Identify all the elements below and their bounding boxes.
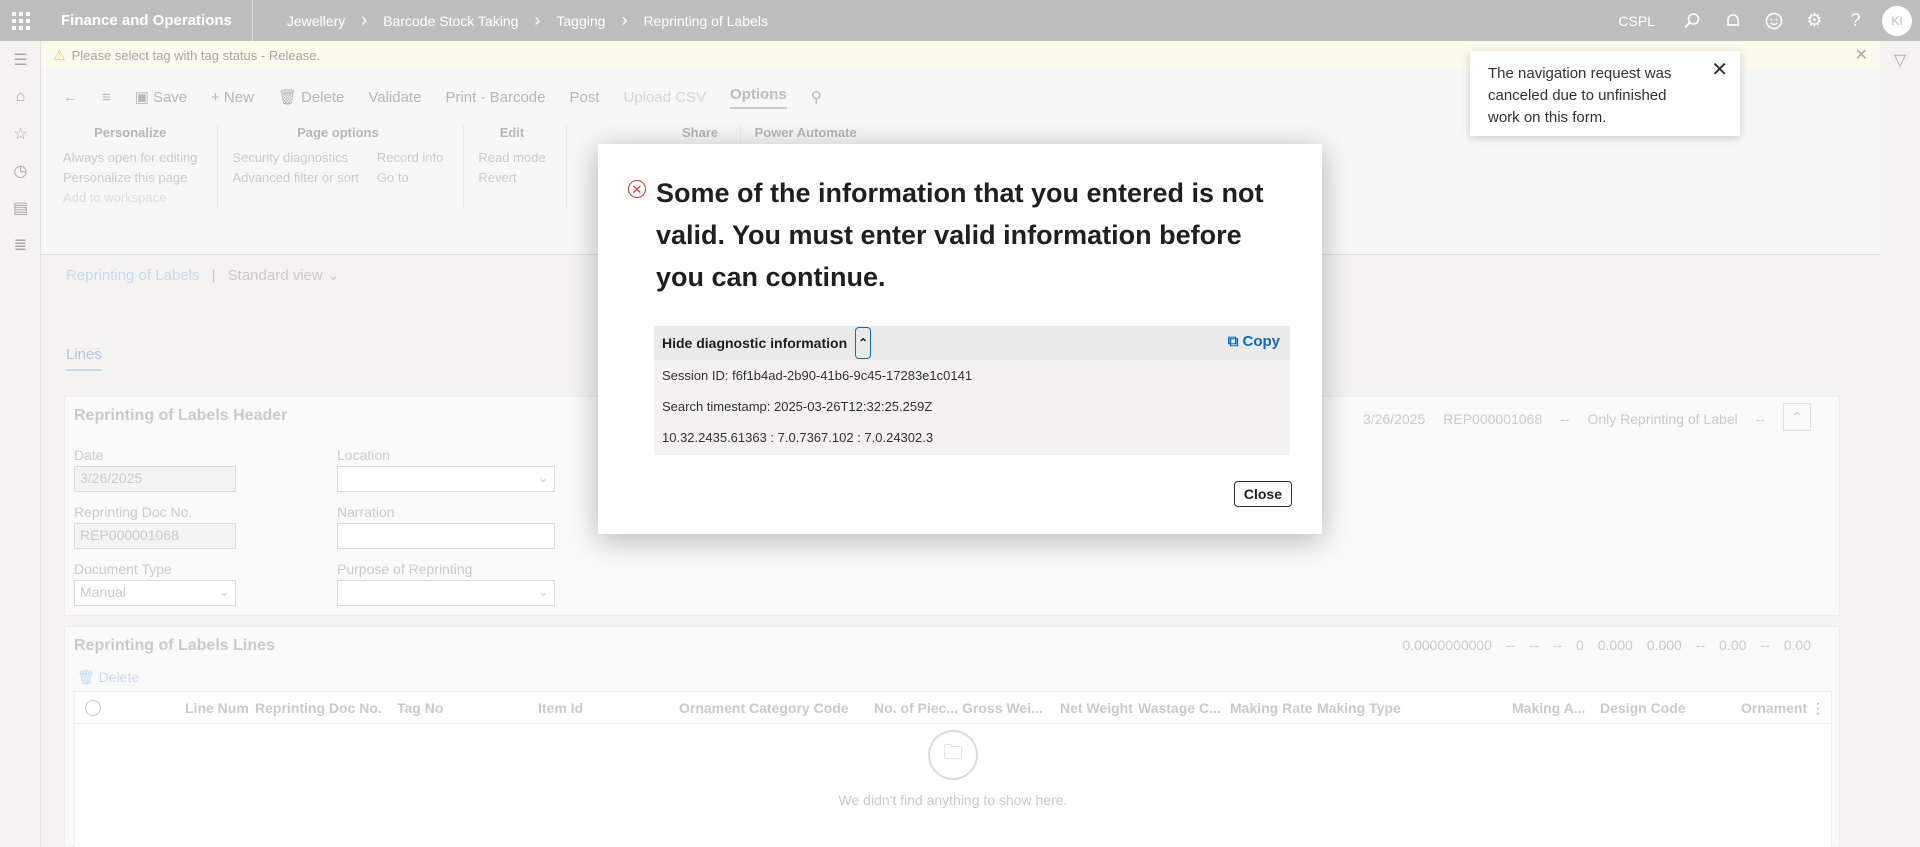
- chevron-up-icon[interactable]: ⌃: [855, 327, 872, 359]
- error-dialog: ✕ Some of the information that you enter…: [598, 144, 1322, 534]
- copy-icon: ⧉: [1227, 333, 1239, 350]
- version-text: 10.32.2435.61363 : 7.0.7367.102 : 7.0.24…: [662, 430, 934, 445]
- copy-button[interactable]: ⧉ Copy: [1228, 333, 1280, 350]
- navigation-toast: The navigation request was canceled due …: [1470, 51, 1740, 136]
- toast-text: The navigation request was canceled due …: [1488, 65, 1672, 126]
- diagnostic-panel: Hide diagnostic information ⌃ ⧉ Copy Ses…: [654, 326, 1290, 455]
- dialog-message: Some of the information that you entered…: [656, 178, 1264, 292]
- session-id-text: Session ID: f6f1b4ad-2b90-41b6-9c45-1728…: [662, 368, 973, 383]
- copy-label: Copy: [1242, 333, 1281, 350]
- error-icon: ✕: [628, 180, 646, 198]
- close-icon[interactable]: ✕: [1711, 59, 1728, 81]
- diagnostic-title: Hide diagnostic information: [662, 335, 848, 351]
- close-button[interactable]: Close: [1233, 481, 1292, 507]
- timestamp-text: Search timestamp: 2025-03-26T12:32:25.25…: [662, 399, 933, 414]
- diagnostic-header: Hide diagnostic information ⌃ ⧉ Copy: [654, 326, 1290, 360]
